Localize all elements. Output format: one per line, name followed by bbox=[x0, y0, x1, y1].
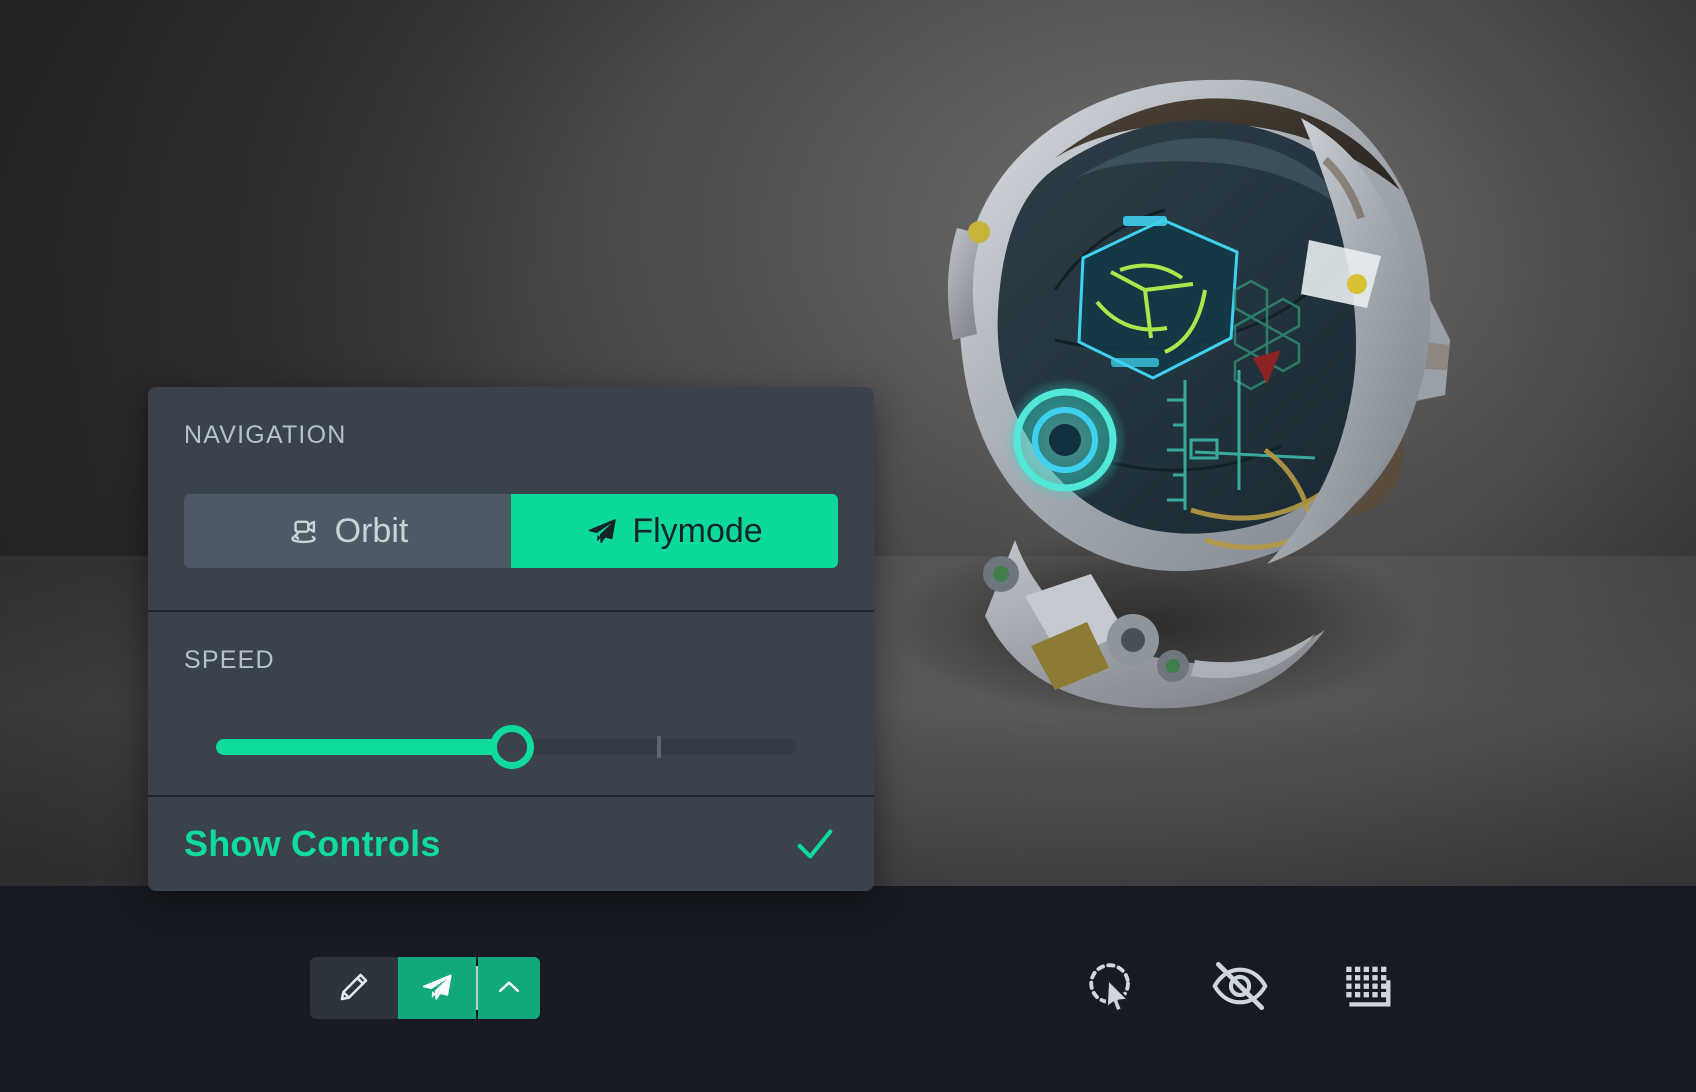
show-controls-label: Show Controls bbox=[184, 823, 441, 864]
orbit-camera-icon bbox=[287, 514, 321, 548]
flymode-button[interactable] bbox=[398, 957, 476, 1019]
dashed-circle-cursor-icon bbox=[1083, 957, 1141, 1018]
navigation-section: NAVIGATION Orbit Flymode bbox=[148, 387, 874, 568]
speed-slider[interactable] bbox=[184, 699, 838, 795]
chevron-up-icon bbox=[494, 972, 524, 1005]
speed-section: SPEED bbox=[148, 612, 874, 795]
viewport-icon-group bbox=[1080, 955, 1400, 1019]
app-root: NAVIGATION Orbit Flymode SPEED Show Cont… bbox=[0, 0, 1696, 1092]
show-controls-section: Show Controls bbox=[148, 797, 874, 891]
edit-button[interactable] bbox=[310, 957, 398, 1019]
navigation-mode-segmented-control[interactable]: Orbit Flymode bbox=[184, 494, 838, 568]
bottom-toolbar-bar bbox=[0, 886, 1696, 1092]
speed-slider-track[interactable] bbox=[216, 725, 796, 769]
orbit-mode-label: Orbit bbox=[334, 511, 409, 550]
paper-plane-icon bbox=[586, 515, 618, 547]
eye-off-icon bbox=[1209, 955, 1271, 1020]
orbit-mode-button[interactable]: Orbit bbox=[184, 494, 511, 568]
flymode-mode-button[interactable]: Flymode bbox=[511, 494, 838, 568]
checkmark-icon bbox=[792, 821, 838, 867]
hide-visibility-button[interactable] bbox=[1208, 955, 1272, 1019]
grid-floor-icon bbox=[1339, 957, 1397, 1018]
navigation-section-label: NAVIGATION bbox=[184, 421, 347, 449]
grid-floor-button[interactable] bbox=[1336, 955, 1400, 1019]
helmet-cyan-ring bbox=[1003, 378, 1127, 502]
navigation-settings-panel: NAVIGATION Orbit Flymode SPEED Show Cont… bbox=[148, 387, 874, 891]
speed-slider-tick bbox=[656, 736, 661, 758]
show-controls-row[interactable]: Show Controls bbox=[184, 797, 838, 891]
expand-options-button[interactable] bbox=[478, 957, 540, 1019]
toolbar-separator bbox=[476, 966, 478, 1010]
speed-slider-fill bbox=[216, 739, 512, 755]
selection-cursor-button[interactable] bbox=[1080, 955, 1144, 1019]
speed-slider-thumb[interactable] bbox=[489, 725, 534, 769]
pencil-icon bbox=[337, 970, 371, 1007]
helmet-3d-model[interactable] bbox=[890, 40, 1505, 760]
flymode-mode-label: Flymode bbox=[632, 511, 763, 550]
speed-section-label: SPEED bbox=[184, 646, 275, 674]
paper-plane-icon bbox=[420, 970, 454, 1007]
mode-toolbar bbox=[310, 957, 540, 1019]
